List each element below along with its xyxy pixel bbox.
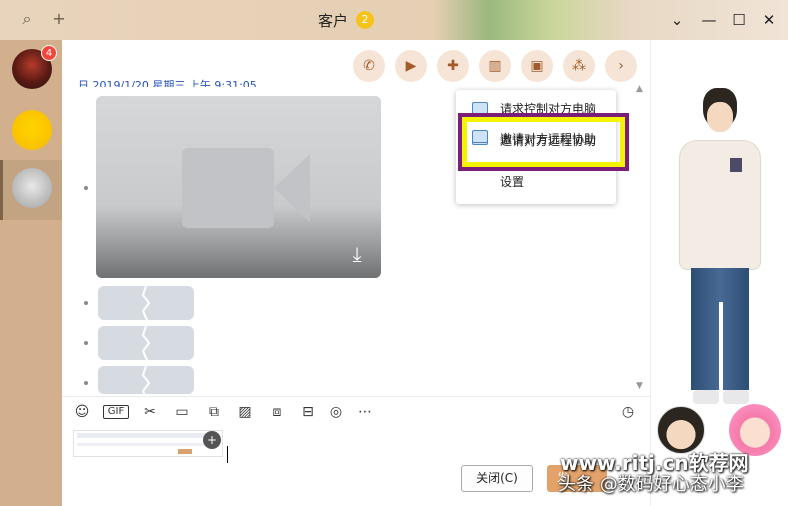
screen-share-icon[interactable]: ▥ [479, 50, 511, 82]
music-icon[interactable]: ◎ [326, 403, 346, 421]
broken-image-message[interactable] [98, 366, 194, 394]
emoji-icon[interactable]: ☺ [72, 403, 92, 421]
contact-avatar-2[interactable] [12, 110, 52, 150]
message-bullet [84, 301, 88, 305]
video-message[interactable]: ⤓ [96, 96, 381, 278]
image-edit-icon[interactable]: ⧉ [204, 403, 224, 421]
avatar-show-panel [650, 40, 788, 506]
folder-icon[interactable]: ▭ [172, 403, 192, 421]
add-message-icon[interactable]: ✚ [437, 50, 469, 82]
broken-image-message[interactable] [98, 286, 194, 320]
scissors-icon[interactable]: ✂ [140, 403, 160, 421]
zoom-icon[interactable]: + [203, 431, 221, 449]
chevron-right-icon[interactable]: › [605, 50, 637, 82]
figure-face [707, 102, 733, 132]
more-icon[interactable]: ⋯ [355, 403, 375, 421]
picture-icon[interactable]: ▨ [235, 403, 255, 421]
title-bar: ⌕ + 客户 2 ⌄ — ☐ ✕ [0, 0, 788, 40]
scroll-up-icon[interactable]: ▲ [636, 84, 643, 94]
message-bullet [84, 381, 88, 385]
shake-icon[interactable]: ⧈ [267, 403, 287, 421]
close-icon[interactable]: ✕ [757, 8, 781, 32]
input-toolbar: ☺ GIF ✂ ▭ ⧉ ▨ ⧈ ⊟ ◎ ⋯ ◷ [62, 396, 650, 426]
title-badge: 2 [356, 11, 374, 29]
red-packet-icon[interactable]: ⊟ [298, 403, 318, 421]
remote-assist-icon[interactable]: ▣ [521, 50, 553, 82]
download-icon[interactable]: ⤓ [345, 242, 369, 266]
figure-torso [679, 140, 761, 270]
close-button[interactable]: 关闭(C) [461, 465, 533, 492]
message-bullet [84, 186, 88, 190]
maximize-icon[interactable]: ☐ [727, 8, 751, 32]
minimize-icon[interactable]: — [697, 8, 721, 32]
message-bullet [84, 341, 88, 345]
window-title: 客户 [318, 12, 349, 30]
video-camera-icon [182, 148, 274, 228]
broken-image-message[interactable] [98, 326, 194, 360]
plus-icon[interactable]: + [48, 8, 70, 30]
phone-icon[interactable]: ✆ [353, 50, 385, 82]
menu-item-settings[interactable]: 设置 [456, 167, 616, 197]
monitor-icon [472, 130, 488, 143]
watermark-author: 头条 @数码好心态小李 [558, 474, 744, 495]
history-clock-icon[interactable]: ◷ [618, 403, 638, 421]
contact-sidebar: 4 [0, 40, 62, 506]
unread-badge: 4 [41, 45, 57, 61]
apps-icon[interactable]: ⁂ [563, 50, 595, 82]
contact-item-selected[interactable] [0, 160, 62, 220]
video-call-icon[interactable]: ▶ [395, 50, 427, 82]
message-date: 日 2019/1/20 星期三 上午 9:31:05 [78, 79, 257, 87]
text-cursor [227, 446, 228, 463]
chevron-down-icon[interactable]: ⌄ [665, 8, 689, 32]
search-icon[interactable]: ⌕ [16, 8, 38, 30]
contact-avatar-3 [12, 168, 52, 208]
gif-icon[interactable]: GIF [103, 405, 129, 419]
pasted-screenshot-thumbnail[interactable] [73, 430, 223, 457]
scroll-down-icon[interactable]: ▼ [636, 381, 643, 391]
menu-item-label: 邀请对方远程协助 [500, 134, 597, 148]
